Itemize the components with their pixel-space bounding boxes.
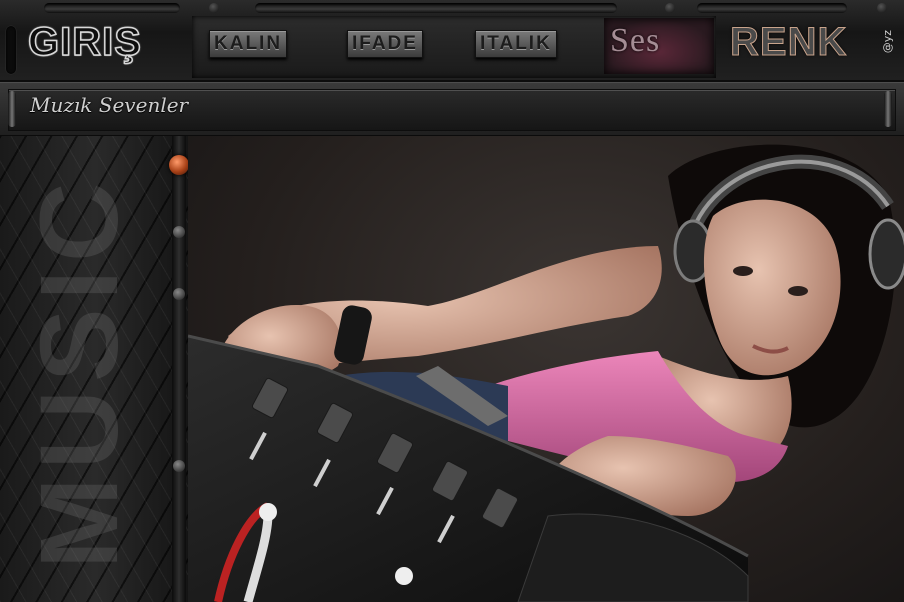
renk-button[interactable]: RENK	[729, 20, 847, 65]
page: GIRIŞ KALIN IFADE ITALIK Ses RENK @yz Mu…	[0, 0, 904, 602]
italik-button[interactable]: ITALIK	[475, 30, 557, 58]
renk-tag: @yz	[881, 30, 894, 54]
ses-label: Ses	[610, 22, 661, 59]
top-rail	[44, 3, 180, 13]
side-knob-icon	[173, 460, 185, 472]
ses-button[interactable]: Ses	[604, 18, 714, 74]
giris-link[interactable]: GIRIŞ	[27, 19, 142, 65]
dj-scene-illustration	[188, 144, 904, 602]
side-knob-icon	[173, 226, 185, 238]
title-bar-left-cap	[8, 91, 16, 127]
title-bar-right-cap	[884, 91, 892, 127]
led-indicator-icon	[169, 155, 189, 175]
title-bar: Muzık Sevenler	[0, 82, 904, 137]
kalin-button[interactable]: KALIN	[209, 30, 288, 58]
ifade-button[interactable]: IFADE	[347, 30, 423, 58]
side-rail	[172, 136, 186, 602]
top-rail	[697, 3, 847, 13]
hero-image	[188, 136, 904, 602]
rail-dot	[209, 3, 219, 13]
left-decor-column: MUSIC	[0, 136, 190, 602]
top-navigation-bar: GIRIŞ KALIN IFADE ITALIK Ses RENK @yz	[0, 0, 904, 82]
left-slot	[6, 26, 16, 74]
rail-dot	[665, 3, 675, 13]
site-title: Muzık Sevenler	[30, 93, 189, 117]
vertical-watermark-text: MUSIC	[18, 174, 141, 570]
rail-dot	[877, 3, 887, 13]
top-rail	[255, 3, 617, 13]
side-knob-icon	[173, 288, 185, 300]
